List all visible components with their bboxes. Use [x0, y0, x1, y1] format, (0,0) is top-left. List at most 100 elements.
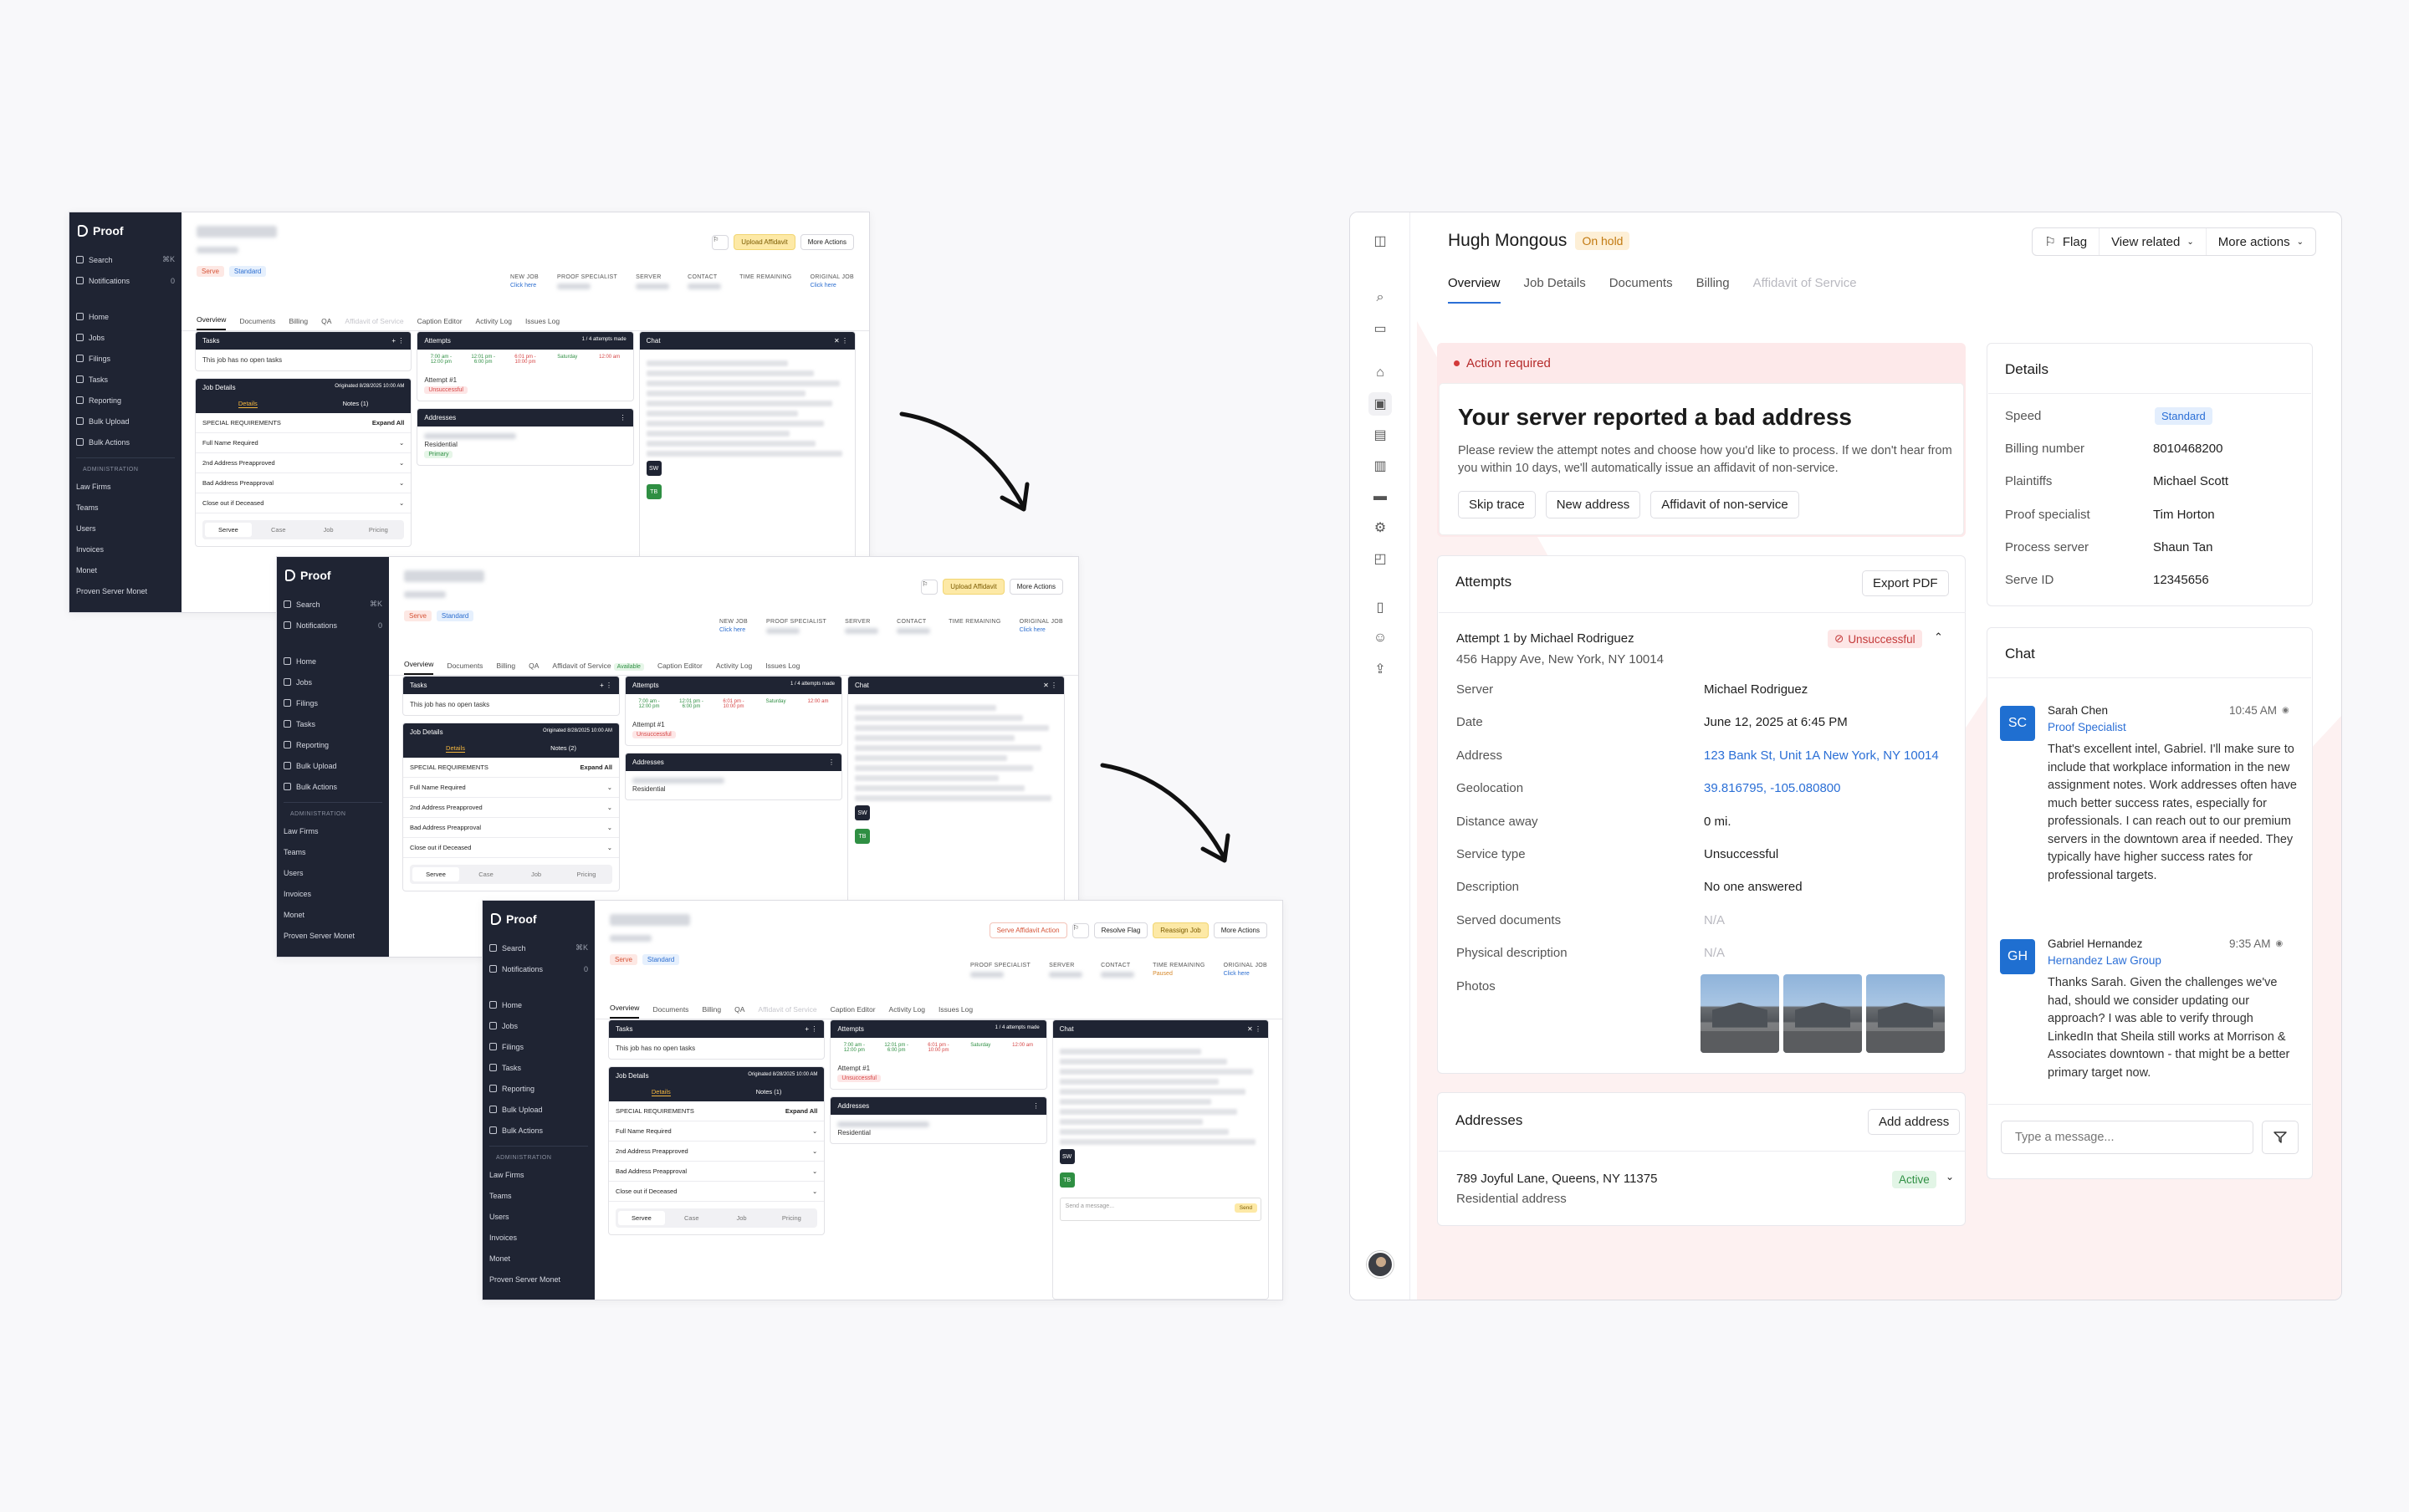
servee-tab[interactable]: Case — [255, 523, 302, 537]
old-nav-item[interactable]: Users — [284, 862, 382, 883]
users-icon[interactable]: ☺ — [1368, 626, 1392, 650]
old-nav-item[interactable]: Reporting — [76, 390, 175, 411]
old-nav-item[interactable]: Jobs — [76, 327, 175, 348]
attempt-photo[interactable] — [1783, 973, 1862, 1053]
sender-role[interactable]: Hernandez Law Group — [2048, 954, 2161, 967]
sidebar-toggle-icon[interactable]: ◫ — [1368, 229, 1392, 253]
old-tab[interactable]: Documents — [652, 1005, 688, 1019]
old-nav-item[interactable]: Filings — [76, 348, 175, 369]
old-tab[interactable]: Caption Editor — [831, 1005, 876, 1019]
sender-role[interactable]: Proof Specialist — [2048, 721, 2126, 733]
expand-all-link[interactable]: Expand All — [785, 1107, 817, 1115]
old-nav-item[interactable]: Proven Server Monet — [489, 1269, 588, 1290]
search-icon[interactable]: ⌕ — [1368, 286, 1392, 309]
old-tab[interactable]: Affidavit of Service — [345, 317, 403, 330]
upload-icon[interactable]: ⇪ — [1368, 657, 1392, 681]
old-tab[interactable]: Documents — [447, 662, 483, 675]
user-avatar[interactable] — [1367, 1251, 1394, 1278]
old-nav-item[interactable]: Bulk Actions — [76, 432, 175, 452]
notes-tab[interactable]: Notes (1) — [343, 400, 369, 408]
servee-tab[interactable]: Servee — [618, 1211, 665, 1225]
old-tab[interactable]: Overview — [404, 660, 434, 675]
old-tab[interactable]: Activity Log — [476, 317, 512, 330]
old-nav-item[interactable]: Tasks — [284, 713, 382, 734]
click-here-link[interactable]: Click here — [1020, 627, 1063, 633]
billing-icon[interactable]: ▬ — [1368, 485, 1392, 508]
close-icon[interactable]: ✕ ⋮ — [834, 337, 848, 345]
tab-documents[interactable]: Documents — [1609, 276, 1673, 304]
servee-tab[interactable]: Pricing — [563, 867, 610, 881]
chevron-up-icon[interactable]: ⌃ — [1934, 631, 1943, 644]
attempt-photo[interactable] — [1701, 973, 1779, 1053]
tab-billing[interactable]: Billing — [1696, 276, 1730, 304]
new-address-button[interactable]: New address — [1545, 491, 1641, 518]
resolve-flag-button[interactable]: Resolve Flag — [1093, 922, 1148, 938]
expand-all-link[interactable]: Expand All — [581, 764, 612, 771]
more-actions-button[interactable]: More Actions — [800, 234, 854, 250]
servee-tab[interactable]: Servee — [205, 523, 252, 537]
servee-tab[interactable]: Case — [463, 867, 509, 881]
old-tab[interactable]: Billing — [289, 317, 308, 330]
old-nav-item[interactable]: Bulk Upload — [76, 411, 175, 432]
old-nav-item[interactable]: Reporting — [284, 734, 382, 755]
export-pdf-button[interactable]: Export PDF — [1862, 570, 1949, 596]
old-tab[interactable]: Issues Log — [525, 317, 560, 330]
old-nav-item[interactable]: Filings — [489, 1036, 588, 1057]
old-nav-item[interactable]: Notifications 0 — [284, 615, 382, 636]
click-here-link[interactable]: Click here — [811, 283, 854, 289]
old-nav-item[interactable]: Bulk Upload — [489, 1099, 588, 1120]
flag-button[interactable]: ⚐ Flag — [2033, 228, 2100, 255]
more-icon[interactable]: ⋮ — [1033, 1102, 1040, 1110]
old-nav-item[interactable]: Jobs — [284, 672, 382, 692]
old-tab[interactable]: Overview — [197, 315, 227, 330]
old-nav-item[interactable]: Bulk Actions — [489, 1120, 588, 1141]
servee-tab[interactable]: Job — [305, 523, 352, 537]
upload-affidavit-button[interactable]: Upload Affidavit — [943, 579, 1005, 595]
old-nav-item[interactable]: Reporting — [489, 1078, 588, 1099]
requirement-row[interactable]: 2nd Address Preapproved ⌄ — [196, 453, 412, 473]
old-nav-item[interactable]: Home — [489, 994, 588, 1015]
requirement-row[interactable]: Close out if Deceased ⌄ — [196, 493, 412, 513]
attempt-photo[interactable] — [1866, 973, 1945, 1053]
old-tab[interactable]: Caption Editor — [417, 317, 463, 330]
old-nav-item[interactable]: Bulk Upload — [284, 755, 382, 776]
skip-trace-button[interactable]: Skip trace — [1458, 491, 1536, 518]
details-tab[interactable]: Details — [446, 744, 465, 753]
old-nav-item[interactable]: Teams — [76, 497, 175, 518]
servee-tab[interactable]: Job — [513, 867, 560, 881]
servee-tab[interactable]: Case — [668, 1211, 715, 1225]
filings-icon[interactable]: ▤ — [1368, 423, 1392, 447]
upload-affidavit-button[interactable]: Upload Affidavit — [734, 234, 795, 250]
details-tab[interactable]: Details — [238, 400, 258, 408]
plus-icon[interactable]: + ⋮ — [391, 337, 404, 345]
field-value[interactable]: 39.816795, -105.080800 — [1704, 781, 1840, 795]
old-nav-item[interactable]: Tasks — [76, 369, 175, 390]
old-tab[interactable]: Activity Log — [889, 1005, 925, 1019]
servee-tab[interactable]: Pricing — [768, 1211, 815, 1225]
requirement-row[interactable]: Bad Address Preapproval ⌄ — [196, 473, 412, 493]
send-button[interactable]: Send — [1234, 1203, 1257, 1213]
more-actions-button[interactable]: More actions ⌄ — [2207, 228, 2315, 255]
add-address-button[interactable]: Add address — [1868, 1109, 1961, 1135]
requirement-row[interactable]: Bad Address Preapproval ⌄ — [403, 818, 619, 838]
old-nav-item[interactable]: Law Firms — [284, 820, 382, 841]
old-tab[interactable]: Caption Editor — [657, 662, 703, 675]
reassign-job-button[interactable]: Reassign Job — [1153, 922, 1209, 938]
old-nav-item[interactable]: Monet — [76, 559, 175, 580]
servee-tab[interactable]: Job — [719, 1211, 765, 1225]
tab-overview[interactable]: Overview — [1448, 276, 1501, 304]
old-nav-item[interactable]: Monet — [489, 1248, 588, 1269]
chevron-down-icon[interactable]: ⌄ — [1946, 1171, 1954, 1183]
requirement-row[interactable]: Close out if Deceased ⌄ — [403, 838, 619, 858]
old-nav-item[interactable]: Users — [76, 518, 175, 539]
requirement-row[interactable]: Full Name Required ⌄ — [403, 778, 619, 798]
old-tab[interactable]: Documents — [239, 317, 275, 330]
jobs-icon[interactable]: ▣ — [1368, 392, 1392, 416]
old-nav-item[interactable]: Invoices — [76, 539, 175, 559]
briefcase-icon[interactable]: ◰ — [1368, 547, 1392, 570]
servee-tab[interactable]: Pricing — [355, 523, 402, 537]
old-nav-item[interactable]: Tasks — [489, 1057, 588, 1078]
old-tab[interactable]: Issues Log — [765, 662, 800, 675]
old-nav-item[interactable]: Bulk Actions — [284, 776, 382, 797]
home-icon[interactable]: ⌂ — [1368, 361, 1392, 385]
